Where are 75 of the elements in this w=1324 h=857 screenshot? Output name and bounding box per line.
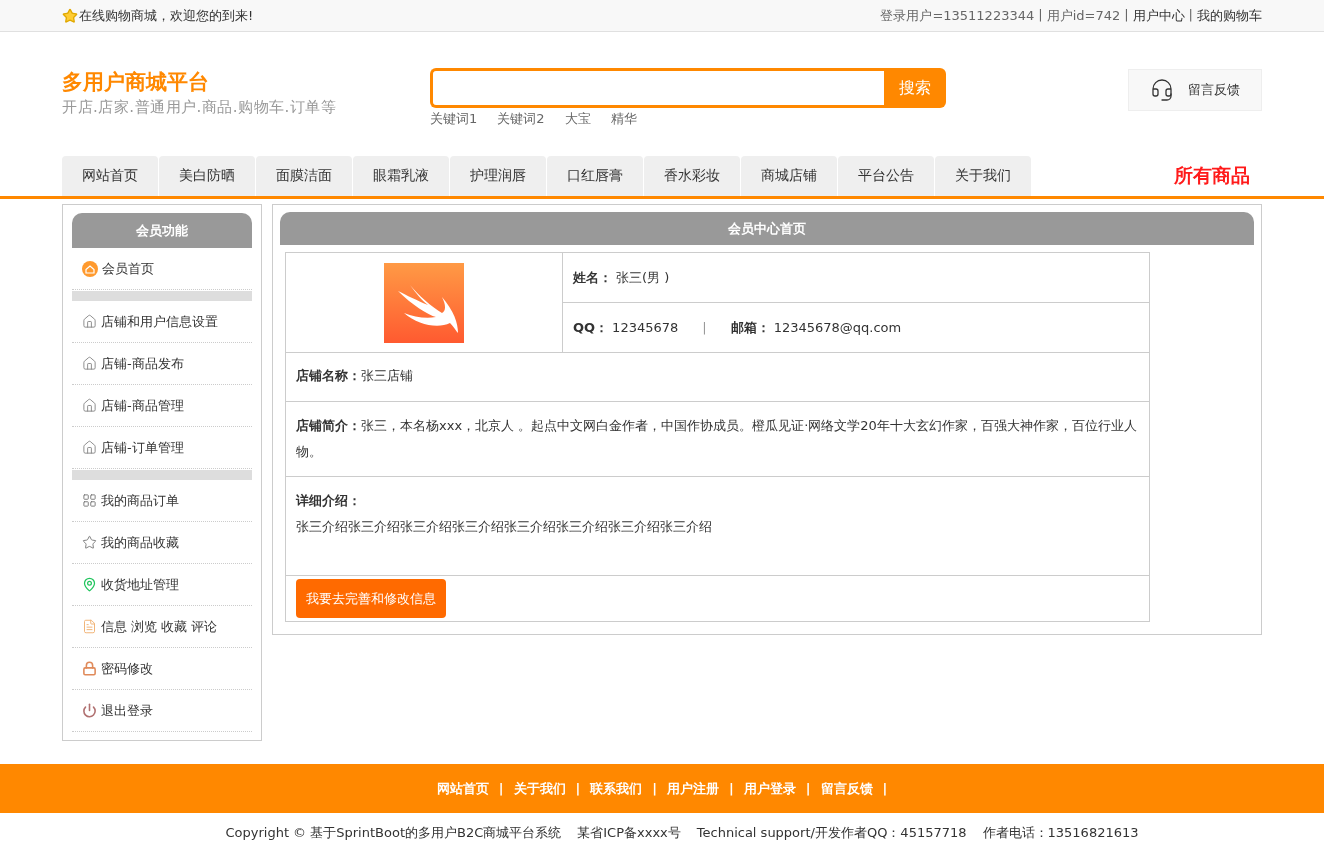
keyword-link[interactable]: 关键词1: [430, 110, 478, 128]
site-title: 多用户商城平台: [62, 69, 210, 96]
sidebar-title: 会员功能: [72, 213, 252, 248]
copyright-text: 作者电话：13516821613: [982, 824, 1139, 842]
house-icon: [82, 398, 97, 413]
sidebar-item[interactable]: 密码修改: [72, 648, 252, 690]
keyword-link[interactable]: 大宝: [564, 110, 591, 128]
document-icon: [82, 619, 97, 634]
nav-tab[interactable]: 美白防晒: [159, 156, 255, 196]
sidebar-item[interactable]: 店铺-订单管理: [72, 427, 252, 469]
nav-tab[interactable]: 平台公告: [838, 156, 934, 196]
separator-text: |: [805, 781, 811, 796]
email-label: 邮箱：: [730, 318, 770, 337]
nav-tab[interactable]: 商城店铺: [741, 156, 837, 196]
location-pin-icon: [82, 577, 97, 592]
nav-tab[interactable]: 关于我们: [935, 156, 1031, 196]
search-field[interactable]: [430, 68, 884, 108]
separator-text: |: [1124, 6, 1129, 24]
separator-text: |: [882, 781, 888, 796]
qq-label: QQ：: [573, 318, 609, 337]
home-icon: [82, 260, 98, 277]
nav-tab[interactable]: 护理润唇: [450, 156, 546, 196]
lock-icon: [82, 661, 97, 676]
name-label: 姓名：: [573, 268, 612, 287]
shop-intro-text: 店铺简介：张三，本名杨xxx，北京人 。起点中文网白金作者，中国作协成员。橙瓜见证·网络文学20年十大玄幻作家，百强大神作家，百位行业人物。: [296, 418, 1137, 459]
separator-text: |: [575, 781, 581, 796]
house-icon: [82, 314, 97, 329]
user-info-text: 登录用户=13511223344: [880, 6, 1035, 25]
panel-title: 会员中心首页: [280, 212, 1254, 245]
separator-text: |: [498, 781, 504, 796]
separator-text: |: [702, 320, 707, 335]
qq-value: 12345678: [612, 320, 679, 335]
grid-icon: [82, 493, 97, 508]
copyright-text: 某省ICP备xxxx号: [577, 824, 681, 842]
keyword-link[interactable]: 关键词2: [497, 110, 545, 128]
power-icon: [82, 703, 97, 718]
user-info-text: 用户id=742: [1046, 6, 1121, 25]
sidebar-item[interactable]: 我的商品订单: [72, 480, 252, 522]
separator-text: |: [652, 781, 657, 796]
sidebar-item[interactable]: 店铺和用户信息设置: [72, 301, 252, 343]
star-icon: [62, 7, 78, 24]
separator-text: |: [1188, 6, 1193, 24]
sidebar-item[interactable]: 信息 浏览 收藏 评论: [72, 606, 252, 648]
separator-text: |: [1038, 6, 1043, 24]
sidebar-item[interactable]: 店铺-商品发布: [72, 343, 252, 385]
nav-tab[interactable]: 香水彩妆: [644, 156, 740, 196]
all-products-link[interactable]: 所有商品: [1174, 163, 1250, 189]
email-value: 12345678@qq.com: [773, 320, 902, 335]
details-label: 详细介绍：: [296, 493, 361, 508]
site-subtitle: 开店.店家.普通用户.商品.购物车.订单等: [62, 98, 338, 117]
nav-tab[interactable]: 眼霜乳液: [353, 156, 449, 196]
copyright-text: Copyright © 基于SprintBoot的多用户B2C商城平台系统: [225, 824, 562, 842]
nav-tab[interactable]: 网站首页: [62, 156, 158, 196]
headset-icon: [1150, 78, 1174, 102]
house-icon: [82, 440, 97, 455]
sidebar-item[interactable]: 退出登录: [72, 690, 252, 732]
copyright-text: Technical support/开发作者QQ：45157718: [696, 824, 967, 842]
details-text: 张三介绍张三介绍张三介绍张三介绍张三介绍张三介绍张三介绍张三介绍: [296, 519, 712, 534]
star-icon: [82, 535, 97, 550]
top-link[interactable]: 用户中心: [1132, 6, 1185, 25]
name-value: 张三(男 ): [616, 268, 670, 287]
shop-name-value: 张三店铺: [361, 368, 413, 383]
house-icon: [82, 356, 97, 371]
top-link[interactable]: 我的购物车: [1197, 6, 1262, 25]
feedback-button[interactable]: 留言反馈: [1128, 69, 1262, 111]
welcome-text: 在线购物商城，欢迎您的到来!: [79, 6, 254, 25]
sidebar-item[interactable]: 店铺-商品管理: [72, 385, 252, 427]
nav-tab[interactable]: 面膜洁面: [256, 156, 352, 196]
sidebar-item[interactable]: 会员首页: [72, 248, 252, 290]
sidebar-item[interactable]: 收货地址管理: [72, 564, 252, 606]
sidebar-item[interactable]: 我的商品收藏: [72, 522, 252, 564]
keyword-link[interactable]: 精华: [610, 110, 637, 128]
separator-text: |: [729, 781, 734, 796]
shop-name-label: 店铺名称：: [296, 368, 361, 383]
nav-tab[interactable]: 口红唇膏: [547, 156, 643, 196]
